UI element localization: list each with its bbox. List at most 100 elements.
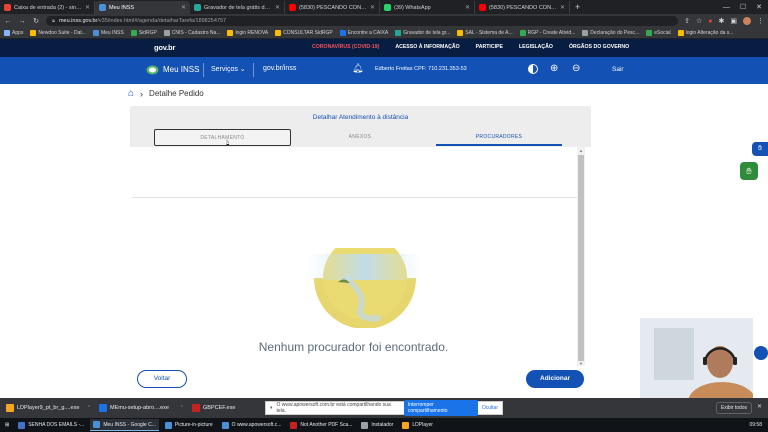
stop-sharing-button[interactable]: Interromper compartilhamento xyxy=(403,400,478,416)
app-icon xyxy=(221,421,229,429)
browser-tab[interactable]: (5830) PESCANDO CONHECIME...✕ xyxy=(475,1,570,14)
zoom-in-icon[interactable]: ⊕ xyxy=(550,63,558,74)
sidepanel-icon[interactable]: ▣ xyxy=(730,17,737,25)
home-icon[interactable]: ⌂ xyxy=(128,88,134,99)
menu-icon[interactable]: ⋮ xyxy=(757,17,764,25)
browser-tab[interactable]: Gravador de tela grátis da A... ✕ xyxy=(190,1,285,14)
bookmark-item[interactable]: login Alteração da s... xyxy=(677,30,733,36)
back-icon[interactable]: ← xyxy=(4,18,12,25)
browser-tab[interactable]: Meu INSS ✕ xyxy=(95,1,190,14)
profile-avatar[interactable] xyxy=(743,17,751,25)
browser-tab[interactable]: (39) WhatsApp ✕ xyxy=(380,1,475,14)
address-bar[interactable]: 🔒︎ meu.inss.gov.br/v35/index.html#/agend… xyxy=(46,16,679,26)
govbr-inss-link[interactable]: gov.br/inss xyxy=(263,65,296,72)
close-tab-icon[interactable]: ✕ xyxy=(560,4,565,11)
maximize-icon[interactable]: ☐ xyxy=(740,3,746,11)
clock[interactable]: 09:58 xyxy=(749,422,762,428)
tab-anexos[interactable]: ANEXOS xyxy=(300,129,420,146)
bookmark-label: Declaração do Pesc... xyxy=(590,30,640,36)
back-button[interactable]: Voltar xyxy=(137,370,187,388)
gov-link-acesso[interactable]: ACESSO À INFORMAÇÃO xyxy=(395,44,459,50)
govbr-logo[interactable]: gov.br xyxy=(154,43,175,52)
bookmark-item[interactable]: Newdoo Suite - Dat... xyxy=(30,30,86,36)
bookmark-item[interactable]: SAL - Sistema de A... xyxy=(457,30,513,36)
user-info: Edberto Freitas CPF: 710.231.353-53 xyxy=(375,66,467,72)
help-icon[interactable] xyxy=(754,346,768,360)
taskbar-label: Not Another PDF Sca... xyxy=(300,422,353,428)
bookmark-item[interactable]: Meu INSS xyxy=(92,30,124,36)
bookmark-item[interactable]: Apps xyxy=(4,30,23,36)
hide-sharing-button[interactable]: Ocultar xyxy=(482,405,498,411)
extensions-icon[interactable]: ✱ xyxy=(719,17,725,25)
libras-icon[interactable]: ✋︎ xyxy=(740,162,758,180)
bookmark-favicon-icon xyxy=(395,30,402,36)
bell-icon[interactable]: 🔔︎ xyxy=(352,63,363,74)
download-item[interactable]: LDPlayer9_pt_br_g....exe ⌃ xyxy=(6,404,91,412)
bookmark-item[interactable]: CNIS - Cadastro Na... xyxy=(163,30,220,36)
taskbar-item[interactable]: LDPlayer xyxy=(399,419,436,431)
scroll-up-icon[interactable]: ▲ xyxy=(577,148,585,153)
minimize-icon[interactable]: — xyxy=(723,4,730,11)
file-icon xyxy=(192,404,200,412)
windows-start-icon[interactable]: ⊞ xyxy=(2,419,12,431)
close-window-icon[interactable]: ✕ xyxy=(756,3,762,11)
taskbar-item[interactable]: O www.apowersoft.c... xyxy=(219,419,285,431)
forward-icon[interactable]: → xyxy=(18,18,26,25)
record-icon[interactable]: ● xyxy=(708,18,712,25)
close-tab-icon[interactable]: ✕ xyxy=(275,4,280,11)
bookmark-label: Newdoo Suite - Dat... xyxy=(38,30,86,36)
close-tab-icon[interactable]: ✕ xyxy=(181,4,186,11)
bookmark-item[interactable]: login RENOVA xyxy=(227,30,268,36)
accessibility-icon[interactable]: ✋︎ xyxy=(752,142,768,156)
logout-button[interactable]: Sair xyxy=(612,66,624,73)
reload-icon[interactable]: ↻ xyxy=(32,17,40,25)
browser-tab[interactable]: Caixa de entrada (2) - sindicato...✕ xyxy=(0,1,95,14)
tab-favicon-icon xyxy=(479,4,486,11)
tab-procuradores[interactable]: PROCURADORES xyxy=(436,129,562,146)
taskbar-item[interactable]: Not Another PDF Sca... xyxy=(287,419,355,431)
add-button[interactable]: Adicionar xyxy=(526,370,584,388)
bookmark-item[interactable]: Declaração do Pesc... xyxy=(582,30,639,36)
bookmark-label: SAL - Sistema de A... xyxy=(465,30,513,36)
taskbar-item[interactable]: Picture-in-picture xyxy=(162,419,216,431)
bookmark-item[interactable]: CONSULTAR SidRGP xyxy=(275,30,333,36)
browser-tab[interactable]: (5830) PESCANDO CONHECIME...✕ xyxy=(285,1,380,14)
app-icon xyxy=(361,421,369,429)
new-tab-button[interactable]: + xyxy=(570,1,585,14)
close-icon[interactable]: ✕ xyxy=(757,403,762,410)
gov-link-covid[interactable]: CORONAVÍRUS (COVID-19) xyxy=(312,44,379,50)
bookmark-item[interactable]: Gravador de tela gr... xyxy=(395,30,450,36)
close-tab-icon[interactable]: ✕ xyxy=(465,4,470,11)
app-icon xyxy=(164,421,172,429)
bookmark-item[interactable]: SidRGP xyxy=(130,30,157,36)
meu-inss-title[interactable]: Meu INSS xyxy=(163,65,199,74)
chevron-up-icon[interactable]: ⌃ xyxy=(87,405,91,411)
contrast-icon[interactable] xyxy=(528,64,538,74)
scroll-thumb[interactable] xyxy=(578,155,584,361)
tab-detalhamento[interactable]: DETALHAMENTO xyxy=(154,129,291,146)
gov-link-participe[interactable]: PARTICIPE xyxy=(476,44,503,50)
gov-link-orgaos[interactable]: ÓRGÃOS DO GOVERNO xyxy=(569,44,629,50)
share-icon[interactable]: ⇪ xyxy=(684,17,690,25)
gov-link-legislacao[interactable]: LEGISLAÇÃO xyxy=(519,44,553,50)
taskbar-item[interactable]: Instalador xyxy=(358,419,396,431)
bookmark-item[interactable]: RGP - Create Ativid... xyxy=(519,30,575,36)
bookmark-item[interactable]: eSocial xyxy=(646,30,671,36)
taskbar-item[interactable]: Meu INSS - Google C... xyxy=(90,419,159,431)
star-icon[interactable]: ☆ xyxy=(696,17,702,25)
download-item[interactable]: MEmu-setup-abro....exe ⌃ xyxy=(99,404,184,412)
taskbar-item[interactable]: SENHA DOS EMAILS -... xyxy=(15,419,87,431)
gov-top-bar: gov.br CORONAVÍRUS (COVID-19) ACESSO À I… xyxy=(0,39,768,57)
show-all-downloads-button[interactable]: Exibir todos xyxy=(716,402,752,414)
bookmark-item[interactable]: Encontre a CAIXA xyxy=(339,30,388,36)
chevron-up-icon[interactable]: ⌃ xyxy=(180,405,184,411)
close-tab-icon[interactable]: ✕ xyxy=(370,4,375,11)
scrollbar[interactable]: ▲ ▼ xyxy=(577,147,585,366)
header-divider xyxy=(203,63,204,77)
zoom-out-icon[interactable]: ⊖ xyxy=(572,63,580,74)
scroll-down-icon[interactable]: ▼ xyxy=(577,361,585,366)
close-tab-icon[interactable]: ✕ xyxy=(85,4,90,11)
taskbar-label: Picture-in-picture xyxy=(174,422,213,428)
detail-card: Detalhar Atendimento à distância DETALHA… xyxy=(130,106,591,366)
servicos-menu[interactable]: Serviços ⌄ xyxy=(211,65,246,73)
